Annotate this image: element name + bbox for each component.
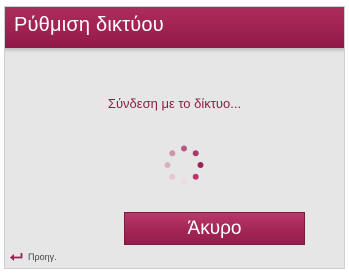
dialog-title: Ρύθμιση δικτύου <box>14 14 164 36</box>
connecting-message: Σύνδεση με το δίκτυο... <box>107 96 242 111</box>
back-label: Προηγ. <box>28 252 57 262</box>
back-arrow-icon <box>10 253 23 261</box>
title-bar: Ρύθμιση δικτύου <box>5 7 344 48</box>
footer-back-hint[interactable]: Προηγ. <box>9 250 57 264</box>
cancel-button[interactable]: Άκυρο <box>124 212 305 245</box>
loading-spinner-icon <box>164 145 204 185</box>
title-bar-shadow <box>5 48 344 53</box>
